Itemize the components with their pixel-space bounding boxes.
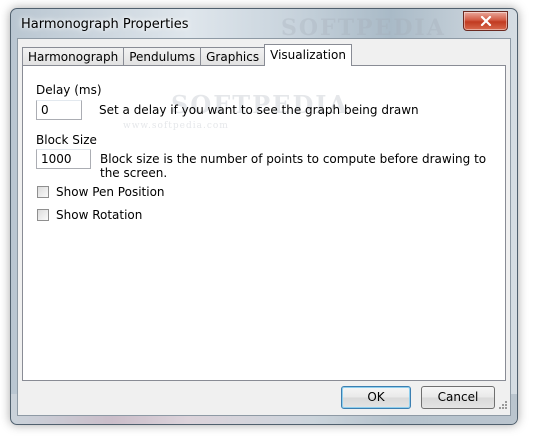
tab-visualization[interactable]: Visualization — [264, 44, 352, 66]
window-title: Harmonograph Properties — [21, 17, 189, 32]
show-pen-position-row[interactable]: Show Pen Position — [37, 185, 165, 199]
resize-grip-icon[interactable] — [497, 399, 508, 413]
block-size-hint: Block size is the number of points to co… — [100, 152, 487, 180]
tab-harmonograph[interactable]: Harmonograph — [22, 47, 125, 66]
close-button[interactable] — [463, 11, 508, 31]
title-bar[interactable]: Harmonograph Properties SOFTPEDIA — [11, 9, 517, 41]
delay-hint: Set a delay if you want to see the graph… — [99, 103, 419, 117]
visualization-panel: SOFTPEDIA www.softpedia.com Delay (ms) S… — [22, 65, 506, 381]
dialog-client-area: Harmonograph Pendulums Graphics Visualiz… — [17, 38, 511, 416]
delay-label: Delay (ms) — [36, 83, 102, 97]
ok-button[interactable]: OK — [341, 386, 411, 409]
tab-graphics[interactable]: Graphics — [200, 47, 266, 66]
cancel-button[interactable]: Cancel — [421, 386, 495, 409]
delay-input[interactable] — [36, 100, 82, 120]
tab-pendulums[interactable]: Pendulums — [123, 47, 202, 66]
show-rotation-label: Show Rotation — [56, 208, 143, 222]
watermark-url: www.softpedia.com — [123, 121, 229, 131]
show-pen-position-label: Show Pen Position — [56, 185, 165, 199]
tab-strip: Harmonograph Pendulums Graphics Visualiz… — [22, 43, 352, 66]
show-pen-position-checkbox[interactable] — [37, 186, 49, 198]
close-icon — [464, 12, 507, 30]
show-rotation-row[interactable]: Show Rotation — [37, 208, 142, 222]
block-size-label: Block Size — [36, 133, 97, 147]
show-rotation-checkbox[interactable] — [37, 209, 49, 221]
block-size-input[interactable] — [36, 149, 91, 169]
dialog-window: Harmonograph Properties SOFTPEDIA Harmon… — [10, 8, 518, 425]
